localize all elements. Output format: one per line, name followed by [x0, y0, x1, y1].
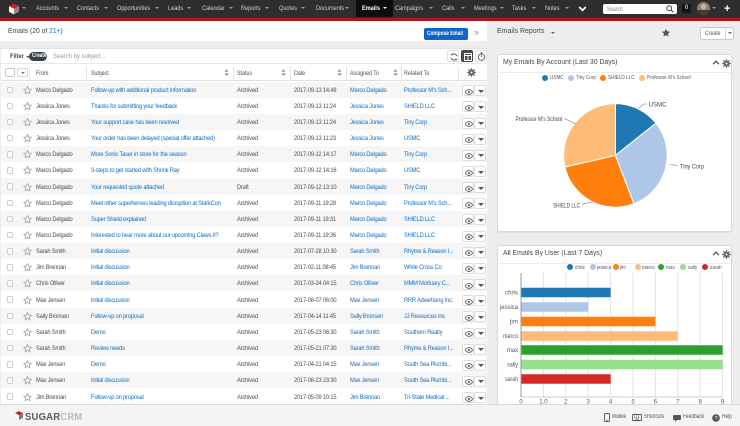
svg-text:?: ?: [714, 416, 717, 422]
svg-text:SHIELD LLC: SHIELD LLC: [553, 202, 580, 209]
svg-text:Professor M's School: Professor M's School: [516, 116, 563, 123]
svg-text:jessica: jessica: [499, 305, 519, 311]
svg-text:Tiny Corp: Tiny Corp: [680, 164, 705, 171]
svg-text:sally: sally: [507, 363, 518, 369]
svg-text:chris: chris: [505, 291, 518, 297]
svg-text:max: max: [507, 348, 518, 354]
svg-text:USMC: USMC: [649, 101, 668, 108]
svg-text:marco: marco: [503, 334, 519, 340]
svg-text:sarah: sarah: [505, 377, 518, 383]
svg-text:jim: jim: [509, 320, 518, 326]
